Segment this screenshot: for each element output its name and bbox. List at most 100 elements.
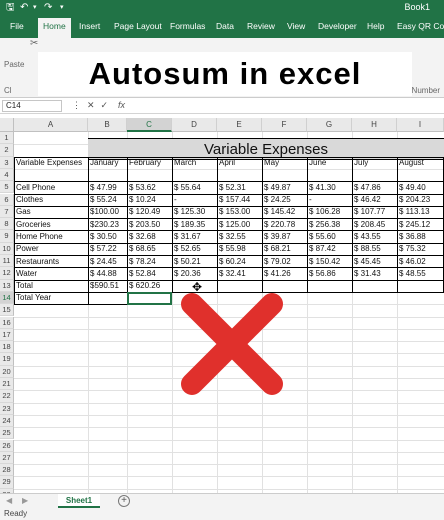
- scroll-right-icon[interactable]: ▶: [22, 496, 28, 505]
- value-cell[interactable]: $ 32.55: [219, 231, 260, 243]
- row-header-2[interactable]: 2: [0, 144, 14, 157]
- value-cell[interactable]: $ 32.41: [219, 268, 260, 280]
- value-cell[interactable]: $ 44.88: [90, 268, 125, 280]
- save-icon[interactable]: 🖫: [6, 2, 15, 14]
- row-header-21[interactable]: 21: [0, 378, 14, 391]
- value-cell[interactable]: $ 245.12: [399, 219, 442, 231]
- tab-help[interactable]: Help: [367, 21, 384, 31]
- value-cell[interactable]: $ 43.55: [354, 231, 395, 243]
- tab-easy-qr-code[interactable]: Easy QR Code: [397, 21, 444, 31]
- value-cell[interactable]: $ 31.67: [174, 231, 215, 243]
- value-cell[interactable]: $ 220.78: [264, 219, 305, 231]
- customize-icon[interactable]: ▾: [60, 2, 64, 14]
- value-cell[interactable]: -: [309, 194, 350, 206]
- value-cell[interactable]: $ 203.50: [129, 219, 170, 231]
- value-cell[interactable]: $ 45.45: [354, 256, 395, 268]
- value-cell[interactable]: $ 150.42: [309, 256, 350, 268]
- value-cell[interactable]: $ 157.44: [219, 194, 260, 206]
- row-header-18[interactable]: 18: [0, 341, 14, 354]
- value-cell[interactable]: $ 153.00: [219, 206, 260, 218]
- total-value-cell[interactable]: $590.51: [90, 280, 125, 292]
- sheet-tab-sheet1[interactable]: Sheet1: [58, 494, 100, 508]
- formula-bar-icons[interactable]: ⋮✕✓: [72, 100, 114, 111]
- undo-icon[interactable]: ↶: [20, 2, 28, 14]
- value-cell[interactable]: $ 24.25: [264, 194, 305, 206]
- row-header-19[interactable]: 19: [0, 353, 14, 366]
- value-cell[interactable]: $ 46.02: [399, 256, 442, 268]
- row-label-cell[interactable]: Groceries: [16, 219, 86, 231]
- row-header-15[interactable]: 15: [0, 304, 14, 317]
- row-header-3[interactable]: 3: [0, 156, 14, 169]
- value-cell[interactable]: $ 49.87: [264, 182, 305, 194]
- value-cell[interactable]: $ 78.24: [129, 256, 170, 268]
- row-header-13[interactable]: 13: [0, 279, 14, 292]
- column-header-e[interactable]: E: [217, 118, 262, 132]
- name-box[interactable]: C14: [2, 100, 62, 112]
- value-cell[interactable]: $ 57.22: [90, 243, 125, 255]
- row-header-17[interactable]: 17: [0, 328, 14, 342]
- add-sheet-icon[interactable]: +: [118, 495, 130, 507]
- selected-cell-c14[interactable]: [127, 292, 172, 305]
- value-cell[interactable]: $ 145.42: [264, 206, 305, 218]
- tab-view[interactable]: View: [287, 21, 305, 31]
- row-header-27[interactable]: 27: [0, 451, 14, 465]
- row-header-10[interactable]: 10: [0, 242, 14, 255]
- value-cell[interactable]: $ 125.00: [219, 219, 260, 231]
- row-label-cell[interactable]: Clothes: [16, 194, 86, 206]
- row-header-12[interactable]: 12: [0, 267, 14, 280]
- value-cell[interactable]: $ 113.13: [399, 206, 442, 218]
- row-header-6[interactable]: 6: [0, 193, 14, 206]
- value-cell[interactable]: $ 30.50: [90, 231, 125, 243]
- value-cell[interactable]: $ 47.86: [354, 182, 395, 194]
- total-year-label-cell[interactable]: Total Year: [16, 292, 86, 304]
- column-header-a[interactable]: A: [14, 118, 88, 132]
- value-cell[interactable]: $ 79.02: [264, 256, 305, 268]
- value-cell[interactable]: $ 32.68: [129, 231, 170, 243]
- row-header-14[interactable]: 14: [0, 291, 14, 305]
- tab-file[interactable]: File: [10, 21, 24, 31]
- row-header-20[interactable]: 20: [0, 365, 14, 378]
- row-header-7[interactable]: 7: [0, 205, 14, 219]
- row-header-11[interactable]: 11: [0, 255, 14, 268]
- value-cell[interactable]: $ 20.36: [174, 268, 215, 280]
- row-header-24[interactable]: 24: [0, 414, 14, 428]
- value-cell[interactable]: $ 75.32: [399, 243, 442, 255]
- row-header-28[interactable]: 28: [0, 464, 14, 477]
- fx-icon[interactable]: fx: [118, 100, 125, 110]
- row-header-8[interactable]: 8: [0, 218, 14, 231]
- row-header-23[interactable]: 23: [0, 402, 14, 415]
- row-header-5[interactable]: 5: [0, 181, 14, 194]
- header-cell[interactable]: Variable Expenses: [16, 157, 86, 169]
- tab-formulas[interactable]: Formulas: [170, 21, 205, 31]
- value-cell[interactable]: $ 56.86: [309, 268, 350, 280]
- row-header-22[interactable]: 22: [0, 390, 14, 403]
- tab-page-layout[interactable]: Page Layout: [114, 21, 162, 31]
- value-cell[interactable]: $ 53.62: [129, 182, 170, 194]
- value-cell[interactable]: $ 55.98: [219, 243, 260, 255]
- row-label-cell[interactable]: Water: [16, 268, 86, 280]
- cut-icon[interactable]: ✂: [30, 38, 38, 49]
- row-header-1[interactable]: 1: [0, 132, 14, 145]
- value-cell[interactable]: $100.00: [90, 206, 125, 218]
- row-header-25[interactable]: 25: [0, 427, 14, 440]
- row-label-cell[interactable]: Gas: [16, 206, 86, 218]
- value-cell[interactable]: $ 88.55: [354, 243, 395, 255]
- value-cell[interactable]: $ 204.23: [399, 194, 442, 206]
- row-label-cell[interactable]: Restaurants: [16, 256, 86, 268]
- total-label-cell[interactable]: Total: [16, 280, 86, 292]
- row-label-cell[interactable]: Home Phone: [16, 231, 86, 243]
- value-cell[interactable]: $ 47.99: [90, 182, 125, 194]
- column-header-g[interactable]: G: [307, 118, 352, 132]
- value-cell[interactable]: $ 68.65: [129, 243, 170, 255]
- value-cell[interactable]: $ 46.42: [354, 194, 395, 206]
- value-cell[interactable]: $ 52.65: [174, 243, 215, 255]
- tab-review[interactable]: Review: [247, 21, 275, 31]
- row-header-4[interactable]: 4: [0, 168, 14, 182]
- value-cell[interactable]: $ 10.24: [129, 194, 170, 206]
- column-header-d[interactable]: D: [172, 118, 217, 132]
- value-cell[interactable]: $ 189.35: [174, 219, 215, 231]
- row-label-cell[interactable]: Cell Phone: [16, 182, 86, 194]
- tab-home[interactable]: Home: [38, 18, 71, 38]
- value-cell[interactable]: $ 24.45: [90, 256, 125, 268]
- value-cell[interactable]: -: [174, 194, 215, 206]
